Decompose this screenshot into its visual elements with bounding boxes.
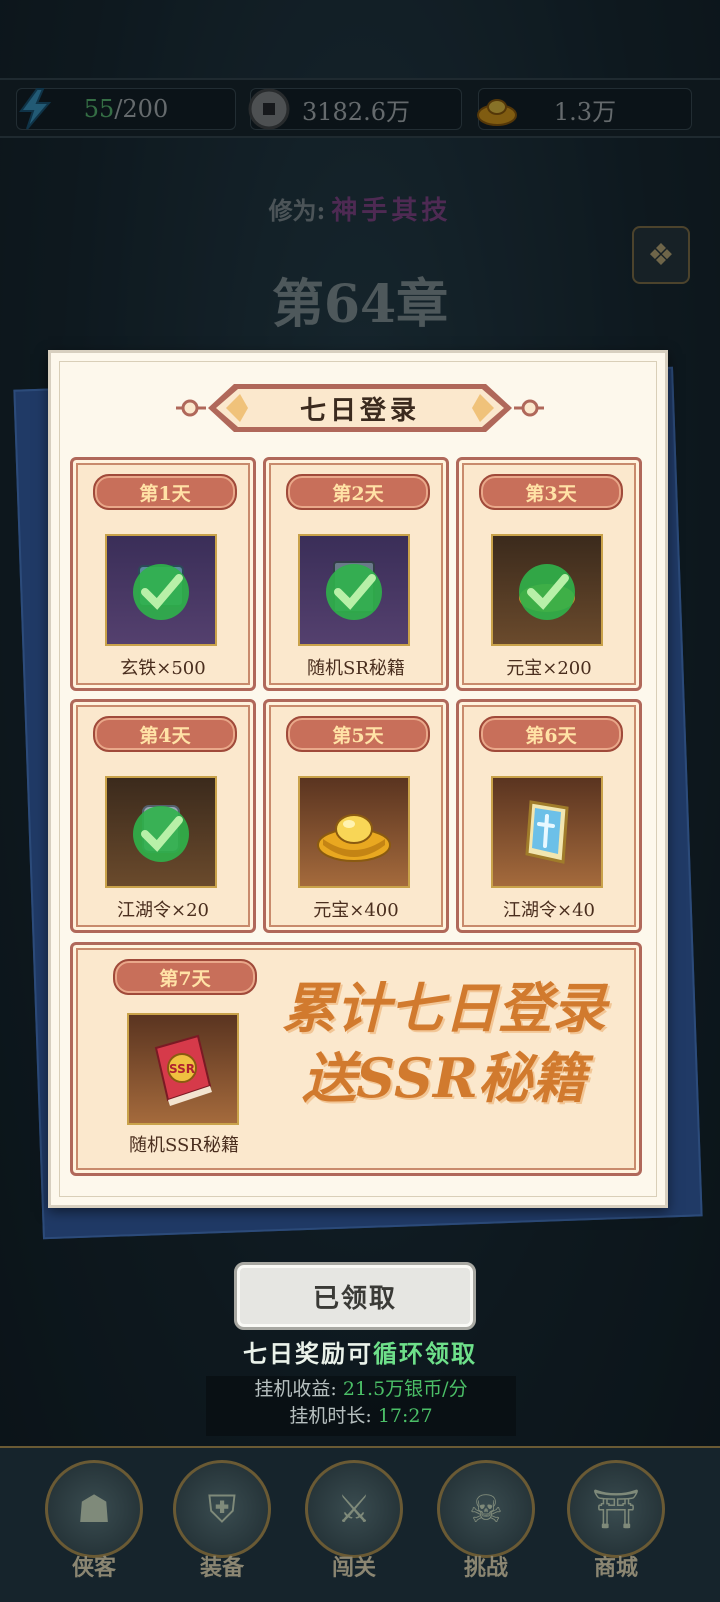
slogan-line-1: 累计七日登录: [282, 976, 606, 1040]
day-tag: 第3天: [479, 474, 623, 510]
demon-icon: ☠: [437, 1460, 535, 1558]
item-slot: [105, 776, 217, 888]
cycle-hint: 七日奖励可循环领取: [0, 1334, 720, 1369]
nav-label: 装备: [199, 1555, 244, 1581]
day-tag: 第4天: [93, 716, 237, 752]
nav-shop[interactable]: ⛩ 商城: [566, 1460, 666, 1590]
promo-slogan: 累计七日登录 送SSR秘籍: [269, 973, 619, 1153]
idle-info: 挂机收益: 21.5万银币/分 挂机时长: 17:27: [206, 1376, 516, 1436]
token-icon: [525, 800, 569, 864]
hero-icon: ☗: [45, 1460, 143, 1558]
item-slot: [105, 534, 217, 646]
gold-ingot-icon: [519, 564, 575, 620]
ssr-book-icon: SSR: [154, 1034, 212, 1106]
item-label: 元宝×200: [506, 658, 592, 679]
nav-label: 闯关: [331, 1555, 376, 1581]
item-slot: [298, 776, 410, 888]
day-tag: 第2天: [286, 474, 430, 510]
day-card-1[interactable]: 第1天 玄铁×500: [70, 457, 256, 691]
day-tag: 第7天: [113, 959, 257, 995]
book-icon: [326, 561, 382, 620]
item-label: 江湖令×20: [117, 900, 209, 921]
day-card-4[interactable]: 第4天 江湖令×20: [70, 699, 256, 933]
nav-stages[interactable]: ⚔ 闯关: [304, 1460, 404, 1590]
idle-duration-value: 17:27: [377, 1405, 433, 1427]
item-label: 江湖令×40: [503, 900, 595, 921]
book-label: SSR: [169, 1062, 195, 1076]
item-label: 玄铁×500: [120, 658, 206, 679]
item-slot: [491, 534, 603, 646]
nav-label: 挑战: [463, 1555, 508, 1581]
shop-icon: ⛩: [567, 1460, 665, 1558]
item-label: 随机SR秘籍: [307, 658, 405, 679]
day-card-2[interactable]: 第2天 随机SR秘籍: [263, 457, 449, 691]
item-slot: SSR: [127, 1013, 239, 1125]
hint-highlight: 循环领取: [373, 1339, 477, 1368]
day-card-6[interactable]: 第6天 江湖令×40: [456, 699, 642, 933]
idle-income-value: 21.5万银币/分: [342, 1378, 468, 1400]
claimed-button[interactable]: 已领取: [234, 1262, 476, 1330]
nav-challenge[interactable]: ☠ 挑战: [436, 1460, 536, 1590]
nav-heroes[interactable]: ☗ 侠客: [44, 1460, 144, 1590]
iron-ore-icon: [133, 564, 189, 620]
day-card-5[interactable]: 第5天 元宝×400: [263, 699, 449, 933]
token-icon: [133, 805, 189, 862]
day-tag: 第5天: [286, 716, 430, 752]
armor-icon: ⛨: [173, 1460, 271, 1558]
modal-title-banner: 七日登录: [176, 380, 544, 436]
slogan-line-2: 送SSR秘籍: [302, 1046, 586, 1110]
item-label: 元宝×400: [313, 900, 399, 921]
gold-ingot-icon: [317, 814, 391, 862]
day-card-3[interactable]: 第3天 元宝×200: [456, 457, 642, 691]
day-card-7[interactable]: 第7天 SSR 随机SSR秘籍 累计七日登录 送SSR秘籍: [70, 942, 642, 1176]
idle-income-label: 挂机收益:: [254, 1378, 337, 1400]
item-label: 随机SSR秘籍: [129, 1135, 239, 1156]
nav-equipment[interactable]: ⛨ 装备: [172, 1460, 272, 1590]
nav-label: 商城: [593, 1555, 638, 1581]
modal-title: 七日登录: [299, 395, 420, 426]
day-tag: 第1天: [93, 474, 237, 510]
bottom-nav: ☗ 侠客 ⛨ 装备 ⚔ 闯关 ☠ 挑战 ⛩ 商城: [0, 1446, 720, 1602]
idle-duration-label: 挂机时长:: [289, 1405, 372, 1427]
sword-icon: ⚔: [305, 1460, 403, 1558]
item-slot: [298, 534, 410, 646]
hint-prefix: 七日奖励可: [243, 1339, 373, 1368]
item-slot: [491, 776, 603, 888]
nav-label: 侠客: [71, 1555, 116, 1581]
day-tag: 第6天: [479, 716, 623, 752]
